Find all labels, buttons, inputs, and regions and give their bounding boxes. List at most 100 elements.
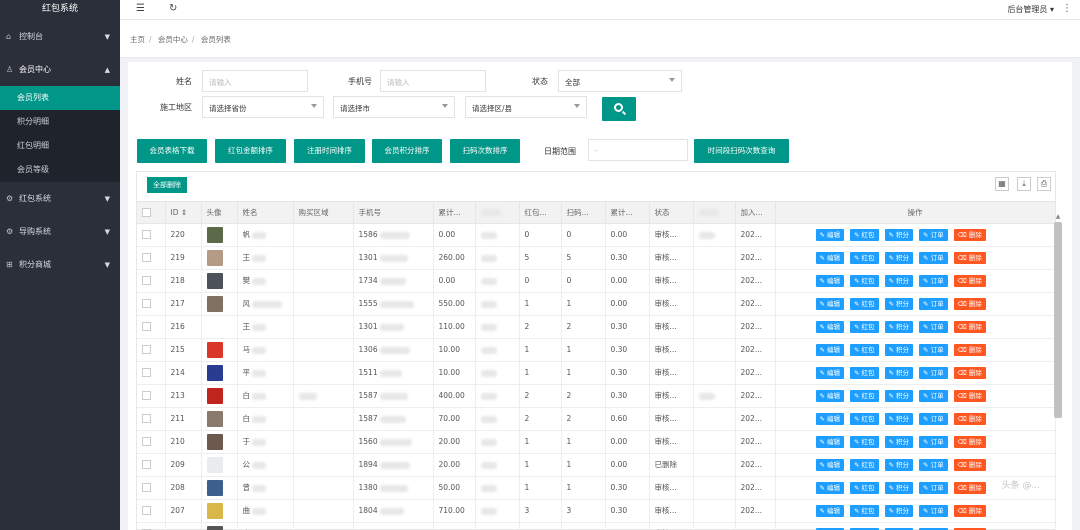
order-button[interactable]: ✎ 订单 — [919, 504, 948, 517]
row-checkbox[interactable] — [142, 414, 151, 424]
order-button[interactable]: ✎ 订单 — [919, 458, 948, 471]
edit-button[interactable]: ✎ 编辑 — [815, 228, 845, 241]
delete-button[interactable]: ⌫ 删除 — [953, 504, 986, 517]
table-row[interactable]: 214 平 1511 10.00 1 1 0.30 审核... 202... ✎ 编辑 ✎ 红包 ✎ … — [137, 361, 1056, 385]
hongbao-button[interactable]: ✎ 红包 — [850, 274, 879, 287]
delete-button[interactable]: ⌫ 删除 — [953, 251, 986, 264]
row-checkbox[interactable] — [142, 322, 151, 332]
table-row[interactable]: 218 樊 1734 0.00 0 0 0.00 审核... 202... ✎ 编辑 ✎ 红包 ✎ 积… — [137, 269, 1056, 293]
table-row[interactable]: 210 于 1560 20.00 1 1 0.00 审核... 202... ✎ 编辑 ✎ 红包 ✎ … — [137, 430, 1056, 454]
edit-button[interactable]: ✎ 编辑 — [815, 481, 845, 494]
row-checkbox[interactable] — [142, 276, 151, 286]
edit-button[interactable]: ✎ 编辑 — [815, 297, 845, 310]
hongbao-button[interactable]: ✎ 红包 — [850, 458, 879, 471]
hongbao-button[interactable]: ✎ 红包 — [850, 366, 879, 379]
points-button[interactable]: ✎ 积分 — [884, 389, 914, 402]
order-button[interactable]: ✎ 订单 — [919, 297, 948, 310]
table-row[interactable]: 215 马 1306 10.00 1 1 0.30 审核... 202... ✎ 编辑 ✎ 红包 ✎ … — [137, 338, 1056, 362]
points-button[interactable]: ✎ 积分 — [884, 435, 914, 448]
phone-input[interactable]: 请输入 — [380, 70, 486, 92]
edit-button[interactable]: ✎ 编辑 — [815, 343, 845, 356]
province-select[interactable]: 请选择省份 — [202, 96, 324, 118]
delete-button[interactable]: ⌫ 删除 — [953, 389, 986, 402]
points-button[interactable]: ✎ 积分 — [884, 366, 914, 379]
hongbao-button[interactable]: ✎ 红包 — [850, 343, 879, 356]
select-all-checkbox[interactable] — [142, 208, 151, 217]
edit-button[interactable]: ✎ 编辑 — [815, 389, 845, 402]
sidebar-menu-0[interactable]: ⌂ 控制台 ▼ — [0, 20, 120, 53]
sort-points-button[interactable]: 会员积分排序 — [372, 139, 442, 163]
menu-toggle-icon[interactable]: ☰ — [136, 3, 145, 14]
table-row[interactable]: 209 公 1894 20.00 1 1 0.00 已删除 202... ✎ 编辑 ✎ 红包 ✎ 积分… — [137, 453, 1056, 477]
table-row[interactable]: 219 王 1301 260.00 5 5 0.30 审核... 202... ✎ 编辑 ✎ 红包 ✎… — [137, 246, 1056, 270]
status-select[interactable]: 全部 — [558, 70, 682, 92]
order-button[interactable]: ✎ 订单 — [919, 366, 948, 379]
name-input[interactable]: 请输入 — [202, 70, 308, 92]
table-row[interactable]: 217 风 1555 550.00 1 1 0.00 审核... 202... ✎ 编辑 ✎ 红包 ✎… — [137, 292, 1056, 316]
table-row[interactable]: 220 帆 1586 0.00 0 0 0.00 审核... 202... ✎ 编辑 ✎ 红包 ✎ 积… — [137, 223, 1056, 247]
print-icon[interactable]: ⎙ — [1037, 177, 1051, 191]
points-button[interactable]: ✎ 积分 — [884, 297, 914, 310]
edit-button[interactable]: ✎ 编辑 — [815, 412, 845, 425]
row-checkbox[interactable] — [142, 299, 151, 309]
delete-button[interactable]: ⌫ 删除 — [953, 412, 986, 425]
city-select[interactable]: 请选择市 — [333, 96, 455, 118]
delete-all-button[interactable]: 全部删除 — [147, 177, 187, 193]
columns-icon[interactable]: ▦ — [995, 177, 1009, 191]
points-button[interactable]: ✎ 积分 — [884, 274, 914, 287]
order-button[interactable]: ✎ 订单 — [919, 481, 948, 494]
hongbao-button[interactable]: ✎ 红包 — [850, 320, 879, 333]
order-button[interactable]: ✎ 订单 — [919, 320, 948, 333]
search-button[interactable] — [602, 97, 636, 121]
download-members-button[interactable]: 会员表格下载 — [137, 139, 207, 163]
delete-button[interactable]: ⌫ 删除 — [953, 274, 986, 287]
edit-button[interactable]: ✎ 编辑 — [815, 251, 845, 264]
points-button[interactable]: ✎ 积分 — [884, 320, 914, 333]
table-row[interactable]: 211 白 1587 70.00 2 2 0.60 审核... 202... ✎ 编辑 ✎ 红包 ✎ … — [137, 407, 1056, 431]
admin-menu[interactable]: 后台管理员 ▾ — [1007, 4, 1054, 15]
delete-button[interactable]: ⌫ 删除 — [953, 481, 986, 494]
refresh-icon[interactable]: ↻ — [169, 3, 177, 14]
order-button[interactable]: ✎ 订单 — [919, 412, 948, 425]
hongbao-button[interactable]: ✎ 红包 — [850, 297, 879, 310]
col-id[interactable]: ID ⇕ — [165, 202, 202, 224]
edit-button[interactable]: ✎ 编辑 — [815, 504, 845, 517]
sidebar-menu-1[interactable]: ♙ 会员中心 ▲ — [0, 53, 120, 86]
vertical-scrollbar[interactable] — [1054, 222, 1062, 418]
sidebar-subitem[interactable]: 红包明细 — [0, 134, 120, 158]
points-button[interactable]: ✎ 积分 — [884, 504, 914, 517]
edit-button[interactable]: ✎ 编辑 — [815, 320, 845, 333]
row-checkbox[interactable] — [142, 506, 151, 516]
table-row[interactable]: 206崔13860.00000.00审核...202...✎ 编辑✎ 红包✎ 积… — [137, 522, 1056, 530]
delete-button[interactable]: ⌫ 删除 — [953, 297, 986, 310]
row-checkbox[interactable] — [142, 483, 151, 493]
delete-button[interactable]: ⌫ 删除 — [953, 320, 986, 333]
sort-icon[interactable]: ⇕ — [181, 208, 187, 217]
delete-button[interactable]: ⌫ 删除 — [953, 228, 986, 241]
hongbao-button[interactable]: ✎ 红包 — [850, 412, 879, 425]
date-range-input[interactable]: - — [588, 139, 688, 161]
delete-button[interactable]: ⌫ 删除 — [953, 435, 986, 448]
delete-button[interactable]: ⌫ 删除 — [953, 366, 986, 379]
export-icon[interactable]: ⤓ — [1017, 177, 1031, 191]
order-button[interactable]: ✎ 订单 — [919, 343, 948, 356]
hongbao-button[interactable]: ✎ 红包 — [850, 435, 879, 448]
table-row[interactable]: 216 王 1301 110.00 2 2 0.30 审核... 202... ✎ 编辑 ✎ 红包 ✎… — [137, 315, 1056, 339]
hongbao-button[interactable]: ✎ 红包 — [850, 389, 879, 402]
order-button[interactable]: ✎ 订单 — [919, 389, 948, 402]
points-button[interactable]: ✎ 积分 — [884, 458, 914, 471]
breadcrumb-home[interactable]: 主页 — [130, 35, 145, 44]
edit-button[interactable]: ✎ 编辑 — [815, 435, 845, 448]
sidebar-menu-2[interactable]: ⚙ 红包系统 ▼ — [0, 182, 120, 215]
order-button[interactable]: ✎ 订单 — [919, 274, 948, 287]
select-all-cell[interactable] — [137, 202, 166, 224]
edit-button[interactable]: ✎ 编辑 — [815, 274, 845, 287]
points-button[interactable]: ✎ 积分 — [884, 343, 914, 356]
table-row[interactable]: 208 曾 1380 50.00 1 1 0.30 审核... 202... ✎ 编辑 ✎ 红包 ✎ … — [137, 476, 1056, 500]
edit-button[interactable]: ✎ 编辑 — [815, 366, 845, 379]
hongbao-button[interactable]: ✎ 红包 — [850, 251, 879, 264]
row-checkbox[interactable] — [142, 460, 151, 470]
table-row[interactable]: 213 白 1587 400.00 2 2 0.30 审核... 202... ✎ 编辑 ✎ 红包 ✎… — [137, 384, 1056, 408]
row-checkbox[interactable] — [142, 345, 151, 355]
sidebar-subitem[interactable]: 会员等级 — [0, 158, 120, 182]
